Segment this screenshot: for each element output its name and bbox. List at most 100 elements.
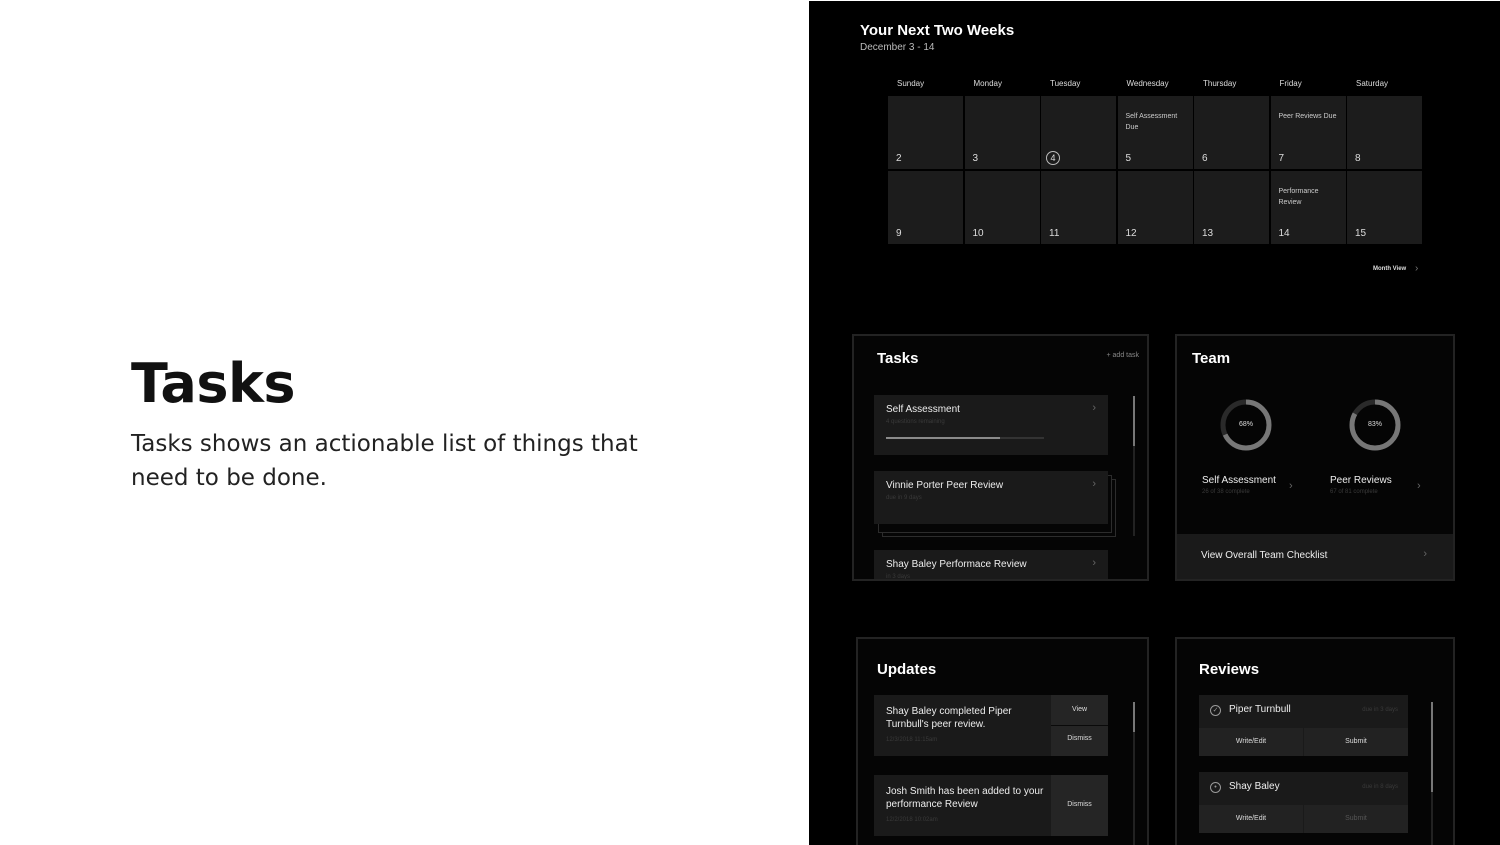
- day-number: 10: [972, 228, 984, 239]
- task-card[interactable]: Self Assessment 4 questions remaining ›: [874, 395, 1108, 455]
- slide-description: Tasks shows an actionable list of things…: [131, 431, 638, 491]
- calendar-day-cell[interactable]: 2: [888, 96, 963, 169]
- day-number: 14: [1278, 228, 1290, 239]
- update-date: 12/3/2018 11:15am: [886, 737, 938, 743]
- donut-percent: 68%: [1238, 421, 1253, 428]
- day-number: 7: [1278, 153, 1285, 164]
- reviews-scrollbar[interactable]: [1431, 702, 1433, 845]
- calendar-day-cell[interactable]: 9: [888, 171, 963, 244]
- update-text: Shay Baley completed Piper Turnbull's pe…: [886, 706, 1012, 730]
- team-stat-name[interactable]: Self Assessment: [1202, 475, 1276, 486]
- task-progress-fill: [886, 437, 1000, 439]
- reviewee-name: Piper Turnbull: [1229, 704, 1291, 715]
- update-actions: Dismiss: [1051, 775, 1108, 836]
- calendar-weekday-header: Sunday Monday Tuesday Wednesday Thursday…: [888, 79, 1422, 96]
- today-indicator: 4: [1046, 151, 1060, 165]
- scrollbar-thumb[interactable]: [1431, 702, 1433, 792]
- view-button[interactable]: View: [1051, 706, 1108, 713]
- weekday-label: Thursday: [1203, 79, 1237, 88]
- chevron-right-icon[interactable]: ›: [1415, 263, 1418, 274]
- write-edit-button[interactable]: Write/Edit: [1199, 728, 1303, 756]
- calendar-event[interactable]: Self Assessment Due: [1126, 111, 1188, 133]
- team-title: Team: [1192, 350, 1231, 367]
- calendar-day-cell[interactable]: 11: [1041, 171, 1116, 244]
- user-circle-icon: •: [1210, 782, 1221, 793]
- reviewee-name: Shay Baley: [1229, 781, 1280, 792]
- review-card: ✓ Piper Turnbull due in 3 days Write/Edi…: [1199, 695, 1408, 756]
- chevron-right-icon: ›: [1092, 402, 1096, 414]
- dismiss-button[interactable]: Dismiss: [1051, 735, 1108, 742]
- calendar-title: Your Next Two Weeks: [860, 22, 1015, 39]
- tasks-panel: Tasks + add task Self Assessment 4 quest…: [852, 334, 1149, 581]
- calendar-day-cell[interactable]: 6: [1194, 96, 1269, 169]
- task-meta: 4 questions remaining: [886, 419, 945, 425]
- weekday-label: Sunday: [897, 79, 925, 88]
- calendar-day-cell[interactable]: Self Assessment Due 5: [1117, 96, 1193, 169]
- team-stat-name[interactable]: Peer Reviews: [1330, 475, 1392, 486]
- calendar-week-row: 2 3 4 Self Assessment Due 5 6 Peer Review…: [888, 96, 1422, 169]
- weekday-label: Friday: [1279, 79, 1302, 88]
- weekday-label: Saturday: [1356, 79, 1389, 88]
- day-number: 11: [1049, 228, 1060, 239]
- chevron-right-icon[interactable]: ›: [1417, 480, 1421, 492]
- update-text: Josh Smith has been added to your perfor…: [886, 786, 1044, 810]
- update-card: Josh Smith has been added to your perfor…: [874, 775, 1108, 836]
- check-circle-icon: ✓: [1210, 705, 1221, 716]
- weekday-label: Wednesday: [1126, 79, 1169, 88]
- calendar-day-cell[interactable]: Peer Reviews Due 7: [1270, 96, 1346, 169]
- submit-button-disabled: Submit: [1304, 805, 1408, 833]
- team-checklist-link[interactable]: View Overall Team Checklist ›: [1177, 534, 1453, 579]
- day-number: 9: [896, 228, 902, 239]
- day-number: 5: [1125, 153, 1132, 164]
- update-date: 12/2/2018 10:02am: [886, 817, 938, 823]
- updates-scrollbar[interactable]: [1133, 702, 1135, 845]
- update-actions: View Dismiss: [1051, 695, 1108, 756]
- day-number: 6: [1202, 153, 1208, 164]
- calendar-event[interactable]: Performance Review: [1279, 186, 1341, 208]
- weekday-label: Tuesday: [1050, 79, 1081, 88]
- dismiss-button[interactable]: Dismiss: [1051, 801, 1108, 808]
- checklist-label: View Overall Team Checklist: [1201, 550, 1328, 561]
- task-meta: in 3 days: [886, 574, 911, 580]
- calendar-day-cell[interactable]: Performance Review 14: [1270, 171, 1346, 244]
- scrollbar-thumb[interactable]: [1133, 396, 1135, 446]
- team-stat-meta: 67 of 81 complete: [1330, 489, 1378, 495]
- day-number: 12: [1125, 228, 1137, 239]
- submit-button[interactable]: Submit: [1304, 728, 1408, 756]
- day-number: 2: [896, 153, 902, 164]
- calendar-day-cell[interactable]: 8: [1347, 96, 1422, 169]
- task-name: Self Assessment: [886, 404, 960, 415]
- write-edit-button[interactable]: Write/Edit: [1199, 805, 1303, 833]
- task-card[interactable]: Vinnie Porter Peer Review due in 9 days …: [874, 471, 1108, 524]
- day-number: 3: [972, 153, 979, 164]
- add-task-button[interactable]: + add task: [1107, 352, 1140, 359]
- calendar-day-cell[interactable]: 15: [1347, 171, 1422, 244]
- task-card[interactable]: Shay Baley Performace Review in 3 days ›: [874, 550, 1108, 580]
- calendar-day-cell[interactable]: 13: [1194, 171, 1269, 244]
- calendar-day-cell-today[interactable]: 4: [1041, 96, 1116, 169]
- calendar-event[interactable]: Peer Reviews Due: [1279, 111, 1341, 122]
- task-name: Shay Baley Performace Review: [886, 559, 1027, 570]
- reviews-panel: Reviews ✓ Piper Turnbull due in 3 days W…: [1175, 637, 1455, 845]
- team-panel: Team 68% 83% Self Assessment 26 of 38 co…: [1175, 334, 1455, 581]
- task-progress-bar: [886, 437, 1044, 439]
- tasks-scrollbar[interactable]: [1133, 396, 1135, 536]
- review-due: due in 8 days: [1362, 784, 1398, 790]
- team-stat-meta: 26 of 38 complete: [1202, 489, 1250, 495]
- task-meta: due in 9 days: [886, 495, 922, 501]
- calendar-day-cell[interactable]: 10: [964, 171, 1040, 244]
- dashboard-screenshot: Your Next Two Weeks December 3 - 14 Sund…: [809, 1, 1500, 845]
- chevron-right-icon: ›: [1092, 478, 1096, 490]
- calendar-day-cell[interactable]: 3: [964, 96, 1040, 169]
- month-view-link[interactable]: Month View: [1373, 266, 1406, 272]
- donut-percent: 83%: [1367, 421, 1382, 428]
- calendar-grid: Sunday Monday Tuesday Wednesday Thursday…: [888, 79, 1422, 246]
- day-number: 13: [1202, 228, 1214, 239]
- calendar-date-range: December 3 - 14: [860, 42, 935, 53]
- chevron-right-icon[interactable]: ›: [1289, 480, 1293, 492]
- updates-title: Updates: [877, 661, 937, 678]
- reviews-title: Reviews: [1199, 661, 1260, 678]
- scrollbar-thumb[interactable]: [1133, 702, 1135, 732]
- review-card: • Shay Baley due in 8 days Write/Edit Su…: [1199, 772, 1408, 833]
- calendar-day-cell[interactable]: 12: [1117, 171, 1193, 244]
